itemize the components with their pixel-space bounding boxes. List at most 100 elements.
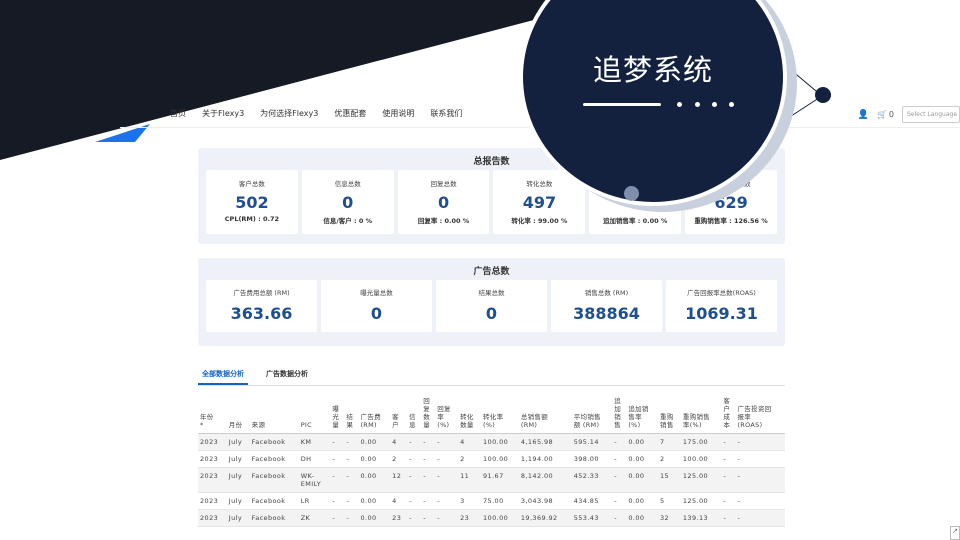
column-header[interactable]: 转化 数量 bbox=[458, 396, 481, 433]
table-cell: Facebook bbox=[251, 471, 286, 480]
table-cell: - bbox=[409, 471, 412, 480]
column-header[interactable]: 重购 销售 bbox=[658, 396, 681, 433]
overlay-dot bbox=[729, 102, 734, 107]
table-cell: 15 bbox=[660, 471, 670, 480]
table-cell: - bbox=[614, 454, 618, 463]
nav-item[interactable]: 为何选择Flexy3 bbox=[260, 108, 318, 119]
user-icon[interactable]: 👤 bbox=[858, 110, 869, 120]
table-cell: 5 bbox=[660, 496, 665, 505]
column-header[interactable]: 曝光量 bbox=[330, 396, 344, 433]
overlay-line bbox=[583, 103, 661, 106]
tab-1[interactable]: 广告数据分析 bbox=[262, 366, 312, 385]
table-cell: - bbox=[346, 471, 350, 480]
table-cell: 23 bbox=[392, 513, 402, 522]
column-header[interactable]: 客户 bbox=[390, 396, 407, 433]
column-header[interactable]: 平均销售额 (RM) bbox=[572, 396, 613, 433]
table-cell: - bbox=[723, 471, 727, 480]
table-cell: - bbox=[614, 513, 618, 522]
table-cell: July bbox=[228, 437, 243, 446]
cart-button[interactable]: 🛒 0 bbox=[877, 110, 894, 119]
table-cell: 434.85 bbox=[573, 496, 599, 505]
table-cell: 19,369.92 bbox=[520, 513, 558, 522]
nav-item[interactable]: 使用说明 bbox=[382, 108, 414, 119]
summary-card: 回复总数 0 回复率 : 0.00 % bbox=[397, 170, 490, 234]
table-cell: 0.00 bbox=[360, 513, 377, 522]
column-header[interactable]: 转化率 (%) bbox=[481, 396, 519, 433]
card-sub: 回复率 : 0.00 % bbox=[417, 217, 470, 225]
card-sub: 追加销售率 : 0.00 % bbox=[603, 217, 668, 225]
overlay-title: 追梦系统 bbox=[592, 53, 713, 87]
table-cell: 0.00 bbox=[628, 454, 645, 463]
table-cell: 11 bbox=[460, 471, 470, 480]
column-header[interactable]: PIC bbox=[299, 396, 331, 433]
table-cell: 2 bbox=[660, 454, 665, 463]
card-label: 广告回报率总数(ROAS) bbox=[687, 289, 756, 297]
card-value: 0 bbox=[342, 193, 354, 212]
column-header[interactable]: 广告费 (RM) bbox=[358, 396, 390, 433]
column-header[interactable]: 年份 * bbox=[198, 396, 227, 433]
column-header[interactable]: 信息 bbox=[407, 396, 421, 433]
table-cell: LR bbox=[300, 496, 310, 505]
card-label: 广告费用总额 (RM) bbox=[233, 289, 290, 297]
table-cell: - bbox=[437, 513, 440, 522]
column-header[interactable]: 回复率 (%) bbox=[435, 396, 458, 433]
language-select[interactable]: Select Language bbox=[902, 106, 960, 123]
nav-item[interactable]: 首页 bbox=[170, 108, 186, 119]
table-cell: - bbox=[737, 454, 741, 463]
card-sub: 信息/客户 : 0 % bbox=[323, 217, 373, 225]
nav-item[interactable]: 联系我们 bbox=[430, 108, 462, 119]
table-row: 2023 July Facebook LR - - 0.00 4 - - - 3 75.00 3,043.… bbox=[198, 492, 785, 509]
table-cell: - bbox=[346, 496, 350, 505]
table-cell: July bbox=[228, 513, 243, 522]
table-cell: - bbox=[332, 513, 336, 522]
table-cell: - bbox=[409, 437, 412, 446]
column-header[interactable]: 月份 bbox=[227, 396, 250, 433]
column-header[interactable]: 结果 bbox=[344, 396, 358, 433]
table-cell: 4 bbox=[392, 496, 397, 505]
table-cell: 0.00 bbox=[360, 496, 377, 505]
connector-dot-small bbox=[624, 186, 639, 201]
column-header[interactable]: 总销售额 (RM) bbox=[519, 396, 572, 433]
table-cell: - bbox=[332, 471, 336, 480]
cart-icon: 🛒 bbox=[876, 110, 887, 119]
nav-item[interactable]: 关于Flexy3 bbox=[202, 108, 244, 119]
card-sub: CPL(RM) : 0.72 bbox=[224, 215, 280, 223]
analysis-tabs: 全部数据分析 广告数据分析 bbox=[198, 366, 785, 386]
table-cell: 12 bbox=[392, 471, 402, 480]
ads-card: 广告回报率总数(ROAS) 1069.31 bbox=[666, 280, 777, 332]
nav-right: 👤 🛒 0 Select Language bbox=[858, 106, 960, 123]
card-value: 363.66 bbox=[230, 304, 293, 323]
table-cell: 4 bbox=[392, 437, 397, 446]
column-header[interactable]: 客户成本 bbox=[721, 396, 735, 433]
table-cell: 0.00 bbox=[628, 496, 645, 505]
cart-count: 0 bbox=[888, 110, 894, 119]
ads-card: 销售总数 (RM) 388864 bbox=[551, 280, 662, 332]
table-cell: 2023 bbox=[200, 437, 219, 446]
ads-panel: 广告总数 广告费用总额 (RM) 363.66 曝光量总数 0 结果总数 0 销售总数 (R… bbox=[198, 258, 785, 346]
column-header[interactable]: 回复数量 bbox=[421, 396, 435, 433]
column-header[interactable]: 追加销 售率 (%) bbox=[626, 396, 658, 433]
tab-0[interactable]: 全部数据分析 bbox=[198, 366, 248, 385]
card-label: 销售总数 (RM) bbox=[584, 289, 629, 297]
summary-card: 客户总数 502 CPL(RM) : 0.72 bbox=[206, 170, 298, 234]
table-cell: 0.00 bbox=[360, 471, 377, 480]
table-cell: 553.43 bbox=[573, 513, 599, 522]
column-header[interactable]: 追加销售 bbox=[612, 396, 626, 433]
table-cell: July bbox=[228, 496, 243, 505]
scroll-corner-icon[interactable]: ↗ bbox=[950, 526, 960, 540]
column-header[interactable]: 重购销售 率(%) bbox=[681, 396, 722, 433]
table-cell: - bbox=[409, 513, 412, 522]
table-cell: 2023 bbox=[200, 454, 219, 463]
card-sub: 转化率 : 99.00 % bbox=[511, 217, 568, 225]
table-cell: - bbox=[723, 513, 727, 522]
nav-item[interactable]: 优惠配套 bbox=[334, 108, 366, 119]
column-header[interactable]: 来源 bbox=[250, 396, 299, 433]
table-cell: 595.14 bbox=[573, 437, 599, 446]
table-cell: - bbox=[437, 496, 440, 505]
table-cell: - bbox=[737, 437, 741, 446]
column-header[interactable]: 广告投资回 报率 (ROAS) bbox=[735, 396, 785, 433]
table-cell: 125.00 bbox=[682, 496, 709, 505]
card-value: 0 bbox=[438, 193, 450, 212]
table-cell: - bbox=[423, 471, 426, 480]
card-value: 502 bbox=[235, 193, 269, 212]
